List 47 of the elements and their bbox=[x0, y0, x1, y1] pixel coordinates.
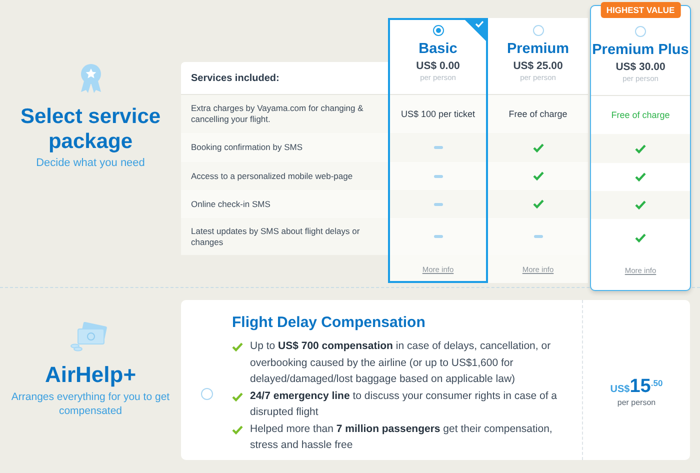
check-icon bbox=[635, 232, 646, 242]
cell-text: Free of charge bbox=[611, 110, 670, 120]
section-subtitle: Arranges everything for you to get compensated bbox=[10, 390, 171, 418]
price-unit: per person bbox=[617, 398, 656, 407]
plan-name: Premium Plus bbox=[592, 41, 689, 59]
dash-icon bbox=[534, 235, 542, 238]
check-icon bbox=[232, 342, 243, 352]
check-icon bbox=[532, 199, 544, 209]
plan-name: Basic bbox=[418, 40, 458, 58]
price-amount: 15 bbox=[630, 376, 651, 398]
service-label: Latest updates by SMS about flight delays or changes bbox=[191, 226, 361, 248]
cell-text: US$ 100 per ticket bbox=[400, 109, 476, 119]
dash-icon bbox=[434, 146, 442, 149]
feature-text: Helped more than 7 million passengers get their compensation, stress and hassle free bbox=[250, 422, 554, 453]
offer-title: Flight Delay Compensation bbox=[232, 314, 426, 332]
service-label: Online check-in SMS bbox=[191, 198, 270, 210]
plan-price: US$ 0.00 bbox=[416, 60, 460, 73]
price-cents: .50 bbox=[650, 378, 663, 388]
radio-button[interactable] bbox=[200, 388, 212, 400]
service-label: Extra charges by Vayama.com for changing & cancelling your flight. bbox=[191, 103, 364, 125]
award-ribbon-icon bbox=[78, 62, 102, 94]
service-label: Access to a personalized mobile web-page bbox=[191, 170, 353, 182]
check-icon bbox=[232, 392, 243, 402]
section-title: Select service package bbox=[19, 104, 162, 154]
dash-icon bbox=[434, 174, 442, 178]
table-header: Services included: bbox=[181, 62, 388, 95]
plan-name: Premium bbox=[506, 40, 570, 58]
section-subtitle: Decide what you need bbox=[36, 157, 145, 169]
section-title: AirHelp+ bbox=[44, 362, 136, 388]
radio-button[interactable] bbox=[432, 25, 444, 36]
check-icon bbox=[232, 424, 243, 434]
check-icon bbox=[635, 172, 646, 182]
price-currency: US$ bbox=[610, 384, 630, 395]
check-icon bbox=[532, 171, 544, 181]
check-icon bbox=[532, 142, 544, 152]
plan-price: US$ 25.00 bbox=[513, 60, 563, 73]
radio-button[interactable] bbox=[635, 26, 646, 37]
check-icon bbox=[635, 200, 646, 210]
plan-price: US$ 30.00 bbox=[616, 61, 666, 74]
check-icon bbox=[635, 144, 646, 154]
cell-text: Free of charge bbox=[508, 109, 568, 119]
dash-icon bbox=[434, 202, 442, 206]
dash-icon bbox=[434, 235, 442, 238]
radio-button[interactable] bbox=[532, 25, 544, 36]
value-badge: HIGHEST VALUE bbox=[600, 2, 681, 18]
feature-text: Up to US$ 700 compensation in case of delays, cancellation, or overbooking caused by the airline (or up to US$1,600 for delayed/damaged/lost baggage based on applicable law) bbox=[250, 339, 552, 387]
service-label: Booking confirmation by SMS bbox=[191, 142, 302, 153]
